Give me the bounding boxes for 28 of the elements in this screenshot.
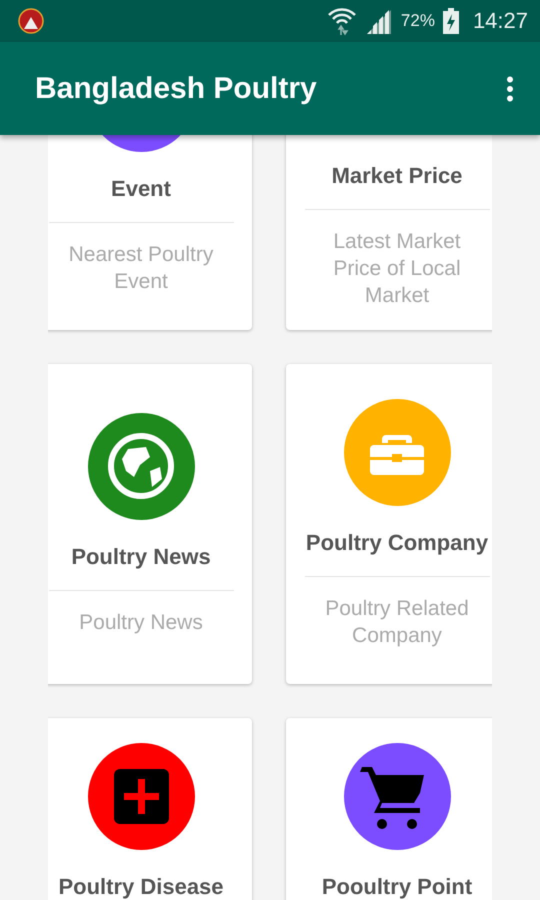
card-title: Market Price	[332, 162, 462, 188]
card-title: Pooultry Point	[322, 874, 472, 900]
clock-time: 14:27	[472, 8, 528, 34]
more-options-icon[interactable]	[506, 76, 514, 102]
category-card[interactable]: Market Price Latest Market Price of Local Market	[286, 135, 492, 330]
battery-percent: 72%	[400, 11, 435, 31]
category-card[interactable]: Poultry News Poultry News	[48, 364, 252, 684]
category-card[interactable]: Pooultry Point	[286, 718, 492, 900]
battery-charging-icon	[442, 8, 459, 34]
shopping-cart-icon	[360, 767, 424, 829]
medical-cross-icon	[114, 769, 168, 824]
card-title: Poultry News	[71, 544, 211, 570]
card-description: Latest Market Price of Local Market	[332, 228, 462, 308]
card-description: Poultry Related Company	[324, 596, 470, 649]
app-logo-icon	[18, 8, 44, 34]
card-title: Event	[111, 176, 171, 202]
globe-icon	[108, 432, 174, 498]
category-card[interactable]: Poultry Disease	[48, 718, 252, 900]
briefcase-icon	[370, 435, 424, 475]
signal-icon	[364, 8, 393, 34]
card-description: Nearest Poultry Event	[68, 242, 214, 295]
card-description: Poultry News	[78, 610, 204, 636]
category-card[interactable]: Event Nearest Poultry Event	[48, 135, 252, 330]
wifi-icon	[326, 5, 357, 37]
app-title: Bangladesh Poultry	[35, 72, 318, 106]
card-title: Poultry Company	[306, 530, 488, 556]
card-title: Poultry Disease	[58, 874, 224, 900]
category-card[interactable]: Poultry Company Poultry Related Company	[286, 364, 492, 684]
